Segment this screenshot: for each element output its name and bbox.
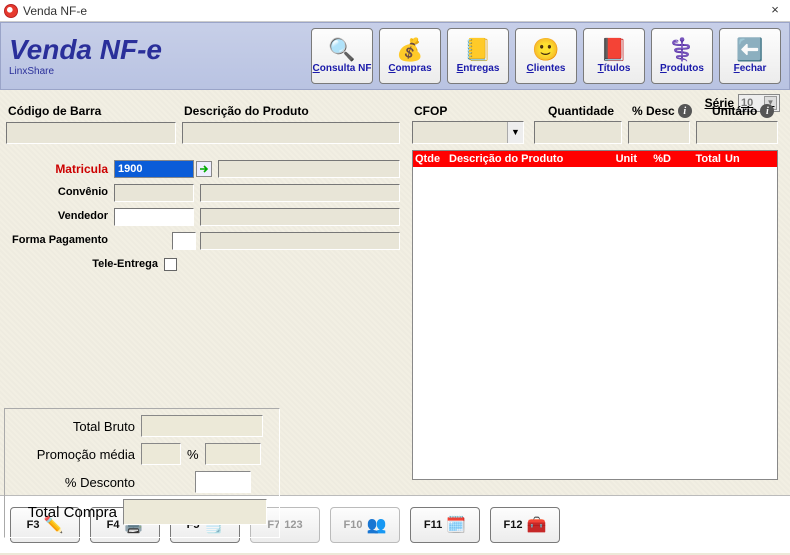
- calendar-icon: 🗓️: [446, 515, 466, 535]
- vendedor-input[interactable]: [114, 208, 194, 226]
- toolbar-entregas[interactable]: 📒 Entregas: [447, 28, 509, 84]
- pct-desc-input[interactable]: [628, 121, 690, 144]
- smiley-icon: 🙂: [532, 39, 559, 61]
- toolbar-produtos[interactable]: ⚕️ Produtos: [651, 28, 713, 84]
- toolbar-fechar[interactable]: ⬅️ Fechar: [719, 28, 781, 84]
- matricula-input[interactable]: [114, 160, 194, 178]
- pct-desconto-input[interactable]: [195, 471, 251, 493]
- chevron-down-icon: ▼: [507, 122, 523, 143]
- header: Venda NF-e LinxShare 🔍 Consulta NF 💰 Com…: [0, 22, 790, 90]
- window-close-button[interactable]: ×: [764, 3, 786, 19]
- col-total: Total: [673, 153, 723, 165]
- title-block: Venda NF-e LinxShare: [9, 36, 305, 77]
- prod-desc-input[interactable]: [182, 122, 400, 144]
- label-cfop: CFOP: [414, 104, 447, 118]
- toolbar-consulta-nf[interactable]: 🔍 Consulta NF: [311, 28, 373, 84]
- convenio-input[interactable]: [114, 184, 194, 202]
- forma-pagamento-desc: [200, 232, 400, 250]
- money-icon: 💰: [396, 39, 423, 61]
- total-compra-value: [123, 499, 267, 525]
- cfop-select[interactable]: ▼: [412, 121, 524, 144]
- fn-f11[interactable]: F11 🗓️: [410, 507, 480, 543]
- label-pct-desconto: % Desconto: [13, 475, 135, 490]
- fn-label: F10: [344, 519, 363, 531]
- pct-symbol: %: [187, 447, 199, 462]
- magnifier-icon: 🔍: [328, 39, 355, 61]
- vendedor-desc: [200, 208, 400, 226]
- info-icon[interactable]: i: [678, 104, 692, 118]
- label-forma-pagamento: Forma Pagamento: [8, 234, 108, 246]
- forma-pagamento-input[interactable]: [172, 232, 196, 250]
- toolbar-clientes[interactable]: 🙂 Clientes: [515, 28, 577, 84]
- items-grid[interactable]: Qtde Descrição do Produto Unit %D Total …: [412, 150, 778, 480]
- totals-panel: Total Bruto Promoção média % % Desconto …: [4, 408, 280, 538]
- window-title: Venda NF-e: [23, 4, 87, 18]
- fn-f12[interactable]: F12 🧰: [490, 507, 560, 543]
- tele-entrega-checkbox[interactable]: [164, 258, 177, 271]
- app-icon: [4, 4, 18, 18]
- fn-label: F11: [424, 519, 442, 531]
- titlebar: Venda NF-e ×: [0, 0, 790, 22]
- grid-header: Qtde Descrição do Produto Unit %D Total …: [413, 151, 777, 167]
- numbers-icon: 123: [284, 519, 302, 531]
- arrow-right-icon: [199, 164, 209, 174]
- form-area: Série 10 ▼ Código de Barra Descrição do …: [0, 90, 790, 495]
- col-unit: Unit: [597, 153, 639, 165]
- promo-media-value: [205, 443, 261, 465]
- convenio-desc: [200, 184, 400, 202]
- quantidade-input[interactable]: [534, 121, 622, 144]
- col-qtde: Qtde: [413, 153, 447, 165]
- book-icon: 📕: [600, 39, 627, 61]
- toolbar-compras[interactable]: 💰 Compras: [379, 28, 441, 84]
- col-un: Un: [723, 153, 751, 165]
- matricula-desc: [218, 160, 400, 178]
- label-barcode: Código de Barra: [8, 104, 101, 118]
- label-unitario: Unitário: [712, 104, 757, 118]
- page-subtitle: LinxShare: [9, 66, 305, 77]
- toolbar-titulos[interactable]: 📕 Títulos: [583, 28, 645, 84]
- label-quantidade: Quantidade: [548, 104, 614, 118]
- notebook-icon: 📒: [464, 39, 491, 61]
- label-tele-entrega: Tele-Entrega: [8, 258, 158, 270]
- info-icon[interactable]: i: [760, 104, 774, 118]
- label-vendedor: Vendedor: [8, 210, 108, 222]
- page-title: Venda NF-e: [9, 36, 305, 64]
- label-pct-desc: % Desc: [632, 104, 675, 118]
- caduceus-icon: ⚕️: [668, 39, 695, 61]
- label-matricula: Matricula: [8, 162, 108, 176]
- col-pctd: %D: [639, 153, 673, 165]
- barcode-input[interactable]: [6, 122, 176, 144]
- label-convenio: Convênio: [8, 186, 108, 198]
- label-total-bruto: Total Bruto: [13, 419, 135, 434]
- label-prod-desc: Descrição do Produto: [184, 104, 309, 118]
- unitario-input[interactable]: [696, 121, 778, 144]
- label-total-compra: Total Compra: [13, 504, 117, 521]
- fn-label: F12: [504, 519, 523, 531]
- label-promo-media: Promoção média: [13, 447, 135, 462]
- promo-media-pct: [141, 443, 181, 465]
- fn-f10[interactable]: F10 👥: [330, 507, 400, 543]
- back-arrow-icon: ⬅️: [736, 39, 763, 61]
- matricula-go-button[interactable]: [196, 161, 212, 177]
- col-desc: Descrição do Produto: [447, 153, 597, 165]
- total-bruto-value: [141, 415, 263, 437]
- people-icon: 👥: [367, 515, 387, 535]
- toolbox-icon: 🧰: [527, 515, 547, 535]
